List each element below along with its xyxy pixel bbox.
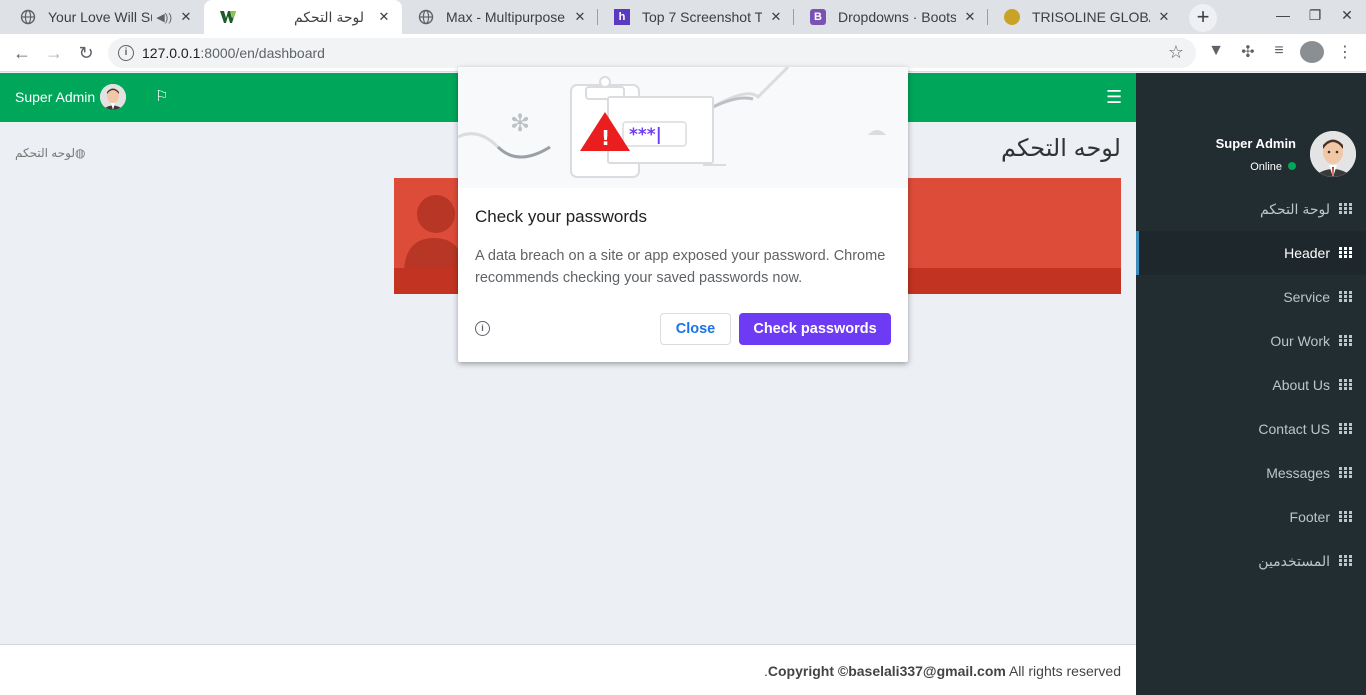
svg-text:!: ! — [601, 126, 610, 150]
profile-avatar[interactable] — [1300, 41, 1324, 63]
dialog-body: A data breach on a site or app exposed y… — [475, 248, 886, 286]
site-info-icon[interactable]: i — [118, 45, 134, 61]
sidebar-item-service[interactable]: Service — [1136, 275, 1366, 319]
tab-title: TRISOLINE GLOBAL — [1032, 9, 1150, 25]
tab-title: Top 7 Screenshot Tools — [642, 9, 762, 25]
globe-icon — [20, 9, 36, 25]
info-icon[interactable]: i — [475, 321, 490, 336]
close-window-icon[interactable]: ✕ — [1337, 7, 1357, 24]
tab-title: Dropdowns · Bootstrap — [838, 9, 956, 25]
grid-icon — [1339, 247, 1352, 258]
sidebar-item-dashboard[interactable]: لوحة التحكم — [1136, 187, 1366, 231]
dialog-title: Check your passwords — [475, 207, 647, 226]
copyright-text: .Copyright ©baselali337@gmail.com All ri… — [764, 663, 1121, 679]
address-bar[interactable]: i 127.0.0.1:8000/en/dashboard ☆ — [108, 38, 1196, 68]
restore-icon[interactable]: ❐ — [1305, 7, 1325, 24]
tab-title: Max - Multipurpose — [446, 9, 566, 25]
sidebar-item-messages[interactable]: Messages — [1136, 451, 1366, 495]
sidebar-item-our-work[interactable]: Our Work — [1136, 319, 1366, 363]
svg-text:✻: ✻ — [510, 109, 530, 137]
browser-tab[interactable]: TRISOLINE GLOBAL ✕ — [988, 0, 1182, 34]
browser-tab[interactable]: B Dropdowns · Bootstrap ✕ — [794, 0, 988, 34]
sidebar-user-name: Super Admin — [1215, 136, 1296, 151]
dashboard-icon: ◍ — [75, 146, 86, 160]
browser-tabstrip: Your Love Will Surely Come ◀)) ✕ لوحة ال… — [0, 0, 1366, 34]
sidebar-item-footer[interactable]: Footer — [1136, 495, 1366, 539]
navbar-user-name[interactable]: Super Admin — [15, 89, 95, 105]
hamburger-menu-icon[interactable]: ☰ — [1106, 87, 1122, 108]
avatar[interactable] — [100, 84, 126, 110]
svg-text:***|: ***| — [629, 125, 662, 145]
reload-icon[interactable]: ↻ — [72, 39, 100, 67]
flag-icon[interactable]: ⚐ — [155, 87, 168, 105]
user-icon — [404, 195, 464, 270]
browser-tab[interactable]: Max - Multipurpose ✕ — [402, 0, 598, 34]
breadcrumb[interactable]: ◍لوحه التحكم — [15, 146, 86, 160]
tab-title: Your Love Will Surely Come — [48, 9, 152, 25]
check-passwords-dialog: ✻ ***| ! Check your passwords A data bre… — [458, 67, 908, 362]
grid-icon — [1339, 511, 1352, 522]
sidebar-item-header[interactable]: Header — [1136, 231, 1366, 275]
bookmark-star-icon[interactable]: ☆ — [1168, 42, 1184, 63]
bootstrap-b-icon: B — [810, 9, 826, 25]
hackernoon-h-icon: h — [614, 9, 630, 25]
sidebar-avatar — [1310, 131, 1356, 177]
close-tab-icon[interactable]: ✕ — [1156, 9, 1172, 25]
main-sidebar: Super Admin Online لوحة التحكم Header Se… — [1136, 73, 1366, 695]
close-tab-icon[interactable]: ✕ — [572, 9, 588, 25]
sidebar-item-about-us[interactable]: About Us — [1136, 363, 1366, 407]
kebab-menu-icon[interactable]: ⋮ — [1334, 42, 1356, 62]
grid-icon — [1339, 555, 1352, 566]
online-dot-icon — [1288, 162, 1296, 170]
globe-icon — [418, 9, 434, 25]
grid-icon — [1339, 467, 1352, 478]
browser-tab[interactable]: h Top 7 Screenshot Tools ✕ — [598, 0, 794, 34]
page-title: لوحه التحكم — [1000, 135, 1121, 162]
back-icon[interactable]: ← — [8, 39, 36, 67]
grid-icon — [1339, 423, 1352, 434]
grid-icon — [1339, 379, 1352, 390]
check-passwords-button[interactable]: Check passwords — [739, 313, 891, 345]
coin-icon — [1004, 9, 1020, 25]
online-status: Online — [1250, 161, 1296, 173]
dialog-illustration: ✻ ***| ! — [458, 67, 908, 188]
close-tab-icon[interactable]: ✕ — [376, 9, 392, 25]
grid-icon — [1339, 335, 1352, 346]
vpn-extension-icon[interactable]: ▼ — [1205, 42, 1227, 60]
minimize-icon[interactable]: — — [1273, 7, 1293, 23]
puzzle-extensions-icon[interactable]: ✣ — [1237, 42, 1259, 62]
sidebar-item-users[interactable]: المستخدمين — [1136, 539, 1366, 583]
grid-icon — [1339, 291, 1352, 302]
new-tab-button[interactable]: + — [1189, 4, 1217, 32]
close-tab-icon[interactable]: ✕ — [768, 9, 784, 25]
close-tab-icon[interactable]: ✕ — [962, 9, 978, 25]
close-tab-icon[interactable]: ✕ — [178, 9, 194, 25]
forward-icon[interactable]: → — [40, 39, 68, 67]
tab-title: لوحة التحكم — [293, 8, 364, 25]
site-w-icon — [220, 9, 236, 25]
sidebar-item-contact-us[interactable]: Contact US — [1136, 407, 1366, 451]
browser-tab-active[interactable]: لوحة التحكم ✕ — [204, 0, 402, 34]
browser-tab[interactable]: Your Love Will Surely Come ◀)) ✕ — [4, 0, 204, 34]
page-footer: .Copyright ©baselali337@gmail.com All ri… — [0, 644, 1136, 695]
media-control-icon[interactable]: ≡ — [1268, 42, 1290, 60]
grid-icon — [1339, 203, 1352, 214]
speaker-icon: ◀)) — [156, 11, 172, 24]
url-text: 127.0.0.1:8000/en/dashboard — [142, 45, 325, 61]
close-button[interactable]: Close — [660, 313, 731, 345]
